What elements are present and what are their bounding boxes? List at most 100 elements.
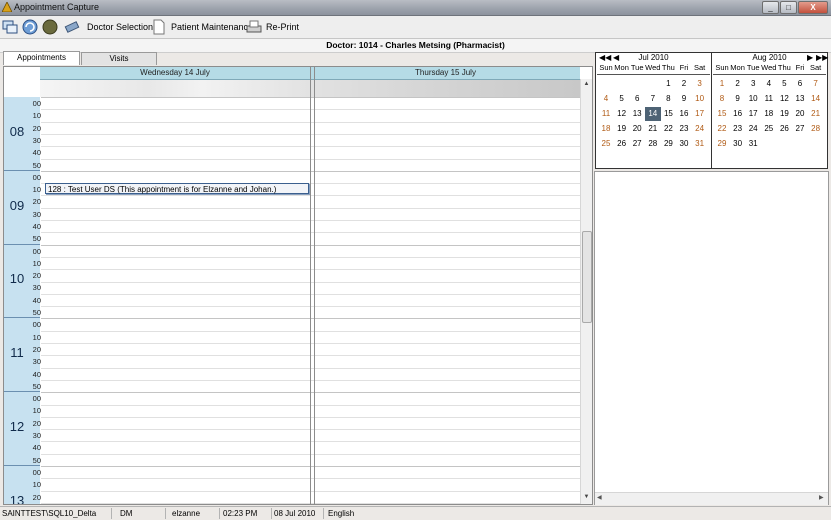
schedule-grid: Wednesday 14 July Thursday 15 July 08001… bbox=[3, 66, 593, 505]
calendar-day[interactable]: 31 bbox=[745, 137, 761, 151]
minute-label: 40 bbox=[29, 148, 41, 157]
calendar-day[interactable]: 26 bbox=[614, 137, 630, 151]
calendar-day[interactable]: 31 bbox=[692, 137, 708, 151]
calendar-day[interactable]: 1 bbox=[714, 77, 730, 91]
calendar-day[interactable]: 27 bbox=[629, 137, 645, 151]
maximize-button[interactable]: □ bbox=[780, 1, 797, 14]
weekday-label: Tue bbox=[629, 63, 645, 72]
calendar-day[interactable]: 25 bbox=[761, 122, 777, 136]
stop-icon[interactable] bbox=[42, 19, 58, 35]
details-hscrollbar[interactable]: ◀ ▶ bbox=[595, 492, 828, 505]
close-button[interactable]: X bbox=[798, 1, 828, 14]
minimize-button[interactable]: _ bbox=[762, 1, 779, 14]
day-divider bbox=[314, 67, 315, 504]
calendar-day[interactable]: 12 bbox=[614, 107, 630, 121]
minute-label: 30 bbox=[29, 431, 41, 440]
calendar-day[interactable]: 7 bbox=[808, 77, 824, 91]
calendar-day[interactable]: 17 bbox=[745, 107, 761, 121]
minute-label: 40 bbox=[29, 443, 41, 452]
calendar-day[interactable]: 12 bbox=[776, 92, 792, 106]
calendar-day[interactable]: 28 bbox=[808, 122, 824, 136]
calendar-day[interactable]: 26 bbox=[776, 122, 792, 136]
calendar-day[interactable]: 30 bbox=[676, 137, 692, 151]
calendar-day[interactable]: 22 bbox=[660, 122, 676, 136]
calendar-day[interactable]: 11 bbox=[761, 92, 777, 106]
calendar-day[interactable]: 15 bbox=[714, 107, 730, 121]
reprint-button[interactable]: Re-Print bbox=[266, 22, 299, 32]
scroll-down-icon[interactable]: ▼ bbox=[581, 492, 592, 502]
calendar-day[interactable]: 30 bbox=[730, 137, 746, 151]
day-header-wednesday[interactable]: Wednesday 14 July bbox=[40, 67, 310, 80]
toolbar: Doctor Selection Patient Maintenance Re-… bbox=[0, 16, 831, 39]
calendar-day[interactable]: 25 bbox=[598, 137, 614, 151]
calendar-day[interactable]: 20 bbox=[629, 122, 645, 136]
tab-visits[interactable]: Visits bbox=[81, 52, 157, 65]
calendar-day[interactable]: 23 bbox=[676, 122, 692, 136]
calendar-day[interactable]: 18 bbox=[761, 107, 777, 121]
tab-appointments[interactable]: Appointments bbox=[3, 51, 80, 65]
calendar-day[interactable]: 24 bbox=[692, 122, 708, 136]
calendar-day[interactable]: 27 bbox=[792, 122, 808, 136]
calendar-day[interactable]: 1 bbox=[660, 77, 676, 91]
hour-label: 12 bbox=[5, 419, 29, 434]
calendar-day[interactable]: 16 bbox=[676, 107, 692, 121]
calendar-day[interactable]: 8 bbox=[714, 92, 730, 106]
doctor-selection-button[interactable]: Doctor Selection bbox=[87, 22, 153, 32]
next-month-icon[interactable]: ▶ bbox=[807, 53, 813, 63]
calendar-day[interactable]: 19 bbox=[614, 122, 630, 136]
calendar-day[interactable]: 6 bbox=[792, 77, 808, 91]
calendar-day[interactable]: 16 bbox=[730, 107, 746, 121]
weekday-label: Fri bbox=[676, 63, 692, 72]
calendar-day[interactable]: 3 bbox=[745, 77, 761, 91]
calendar-day[interactable]: 13 bbox=[792, 92, 808, 106]
scroll-up-icon[interactable]: ▲ bbox=[581, 79, 592, 89]
calendar-day[interactable]: 28 bbox=[645, 137, 661, 151]
minute-label: 40 bbox=[29, 370, 41, 379]
calendar-day[interactable]: 5 bbox=[614, 92, 630, 106]
scroll-thumb[interactable] bbox=[582, 231, 592, 323]
calendar-day[interactable]: 17 bbox=[692, 107, 708, 121]
patient-maintenance-button[interactable]: Patient Maintenance bbox=[171, 22, 253, 32]
calendar-day[interactable]: 21 bbox=[645, 122, 661, 136]
next-year-icon[interactable]: ▶▶ bbox=[816, 53, 828, 63]
calendar-day[interactable]: 15 bbox=[660, 107, 676, 121]
calendar-day[interactable]: 9 bbox=[676, 92, 692, 106]
calendar-day[interactable]: 29 bbox=[660, 137, 676, 151]
calendar-day[interactable]: 22 bbox=[714, 122, 730, 136]
calendar-day[interactable]: 19 bbox=[776, 107, 792, 121]
windows-icon[interactable] bbox=[2, 19, 18, 35]
calendar-day[interactable]: 2 bbox=[676, 77, 692, 91]
calendar-day[interactable]: 13 bbox=[629, 107, 645, 121]
calendar-day[interactable]: 10 bbox=[745, 92, 761, 106]
scroll-left-icon[interactable]: ◀ bbox=[597, 494, 602, 501]
calendar-day[interactable]: 23 bbox=[730, 122, 746, 136]
scroll-right-icon[interactable]: ▶ bbox=[819, 494, 824, 501]
calendar-day[interactable]: 18 bbox=[598, 122, 614, 136]
calendar-day[interactable]: 21 bbox=[808, 107, 824, 121]
calendar-day[interactable]: 8 bbox=[660, 92, 676, 106]
calendar-day[interactable]: 4 bbox=[598, 92, 614, 106]
hour-label: 10 bbox=[5, 271, 29, 286]
calendar-day[interactable]: 10 bbox=[692, 92, 708, 106]
calendar-day[interactable]: 7 bbox=[645, 92, 661, 106]
calendar-day[interactable]: 6 bbox=[629, 92, 645, 106]
calendar-day[interactable]: 14 bbox=[808, 92, 824, 106]
refresh-icon[interactable] bbox=[22, 19, 38, 35]
schedule-scrollbar[interactable]: ▲ ▼ bbox=[580, 79, 592, 504]
calendar-day[interactable]: 4 bbox=[761, 77, 777, 91]
minute-label: 50 bbox=[29, 382, 41, 391]
calendar-day[interactable]: 3 bbox=[692, 77, 708, 91]
status-date: 08 Jul 2010 bbox=[272, 508, 324, 519]
appointment-block[interactable]: 128 : Test User DS (This appointment is … bbox=[45, 183, 309, 194]
calendar-day[interactable]: 24 bbox=[745, 122, 761, 136]
day-header-thursday[interactable]: Thursday 15 July bbox=[311, 67, 580, 80]
hour-label: 11 bbox=[5, 345, 29, 360]
calendar-day[interactable]: 2 bbox=[730, 77, 746, 91]
minute-label: 20 bbox=[29, 271, 41, 280]
calendar-day[interactable]: 14 bbox=[645, 107, 661, 121]
calendar-day[interactable]: 9 bbox=[730, 92, 746, 106]
calendar-day[interactable]: 29 bbox=[714, 137, 730, 151]
calendar-day[interactable]: 5 bbox=[776, 77, 792, 91]
calendar-day[interactable]: 11 bbox=[598, 107, 614, 121]
calendar-day[interactable]: 20 bbox=[792, 107, 808, 121]
